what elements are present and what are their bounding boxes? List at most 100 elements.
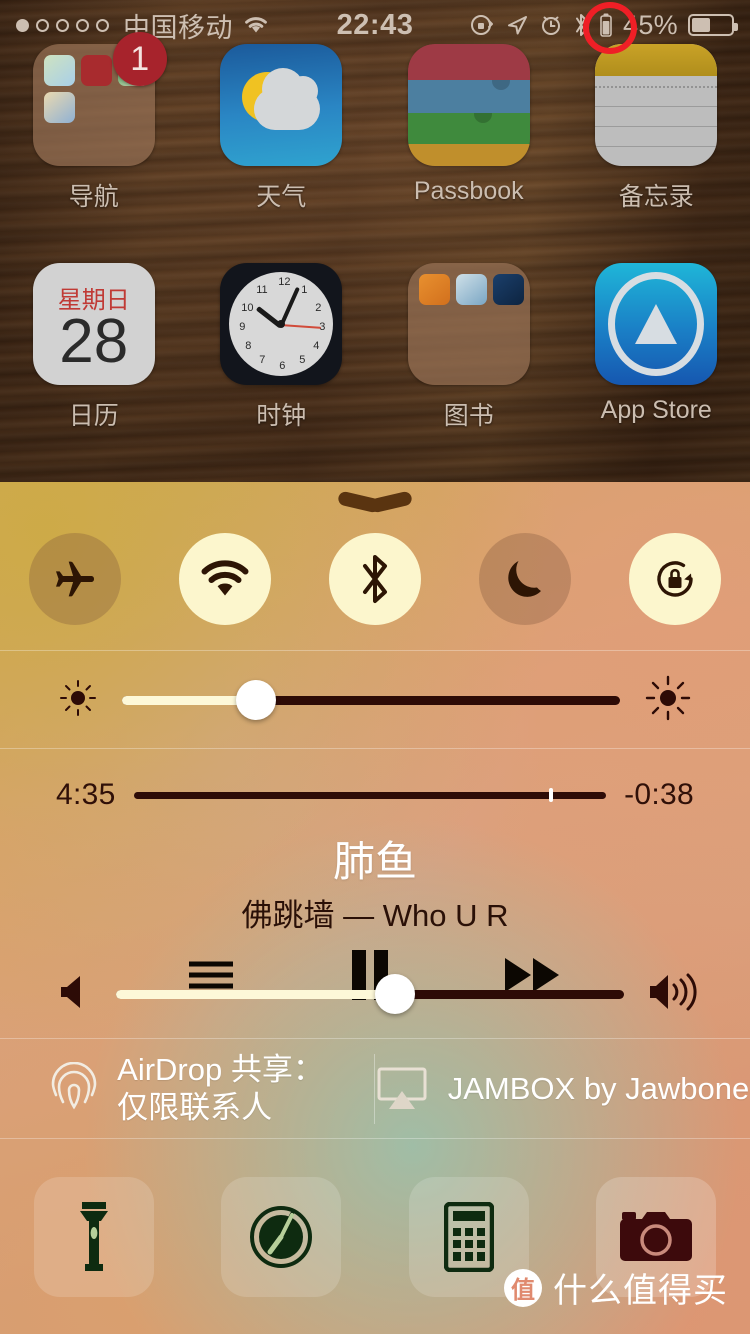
toggle-airplane-mode[interactable] (0, 533, 150, 625)
volume-high-icon (648, 970, 704, 1019)
clock-app-icon[interactable]: 12 1 2 3 4 5 6 7 8 9 10 11 (220, 263, 343, 385)
watermark: 值 什么值得买 (504, 1263, 728, 1312)
watermark-badge: 值 (504, 1268, 542, 1307)
track-title: 肺鱼 (332, 838, 417, 885)
app-cell-clock[interactable]: 12 1 2 3 4 5 6 7 8 9 10 11 时钟 (188, 263, 376, 432)
app-store-ring (608, 272, 705, 376)
battery-fill (692, 18, 710, 32)
app-cell-calendar[interactable]: 星期日 28 日历 (0, 263, 188, 432)
airdrop-label-line1: AirDrop 共享： (117, 1052, 324, 1088)
battery-percent-label: 45% (623, 9, 678, 40)
app-label: App Store (600, 396, 712, 424)
kindle-mini-icon (492, 274, 524, 305)
track-artist-album: 佛跳墙 — Who U R (241, 898, 509, 933)
ibooks-mini-icon (418, 274, 450, 305)
toggle-do-not-disturb[interactable] (450, 533, 600, 625)
iphone-screen: 1 导航 天气 Passbook 备忘录 星期日 28 日历 12 1 2 3 … (0, 0, 750, 1334)
airdrop-button[interactable]: AirDrop 共享： 仅限联系人 (0, 1040, 375, 1138)
app-store-icon[interactable] (595, 263, 718, 385)
shortcut-tile (33, 1176, 154, 1297)
weather-app-icon[interactable] (220, 44, 343, 166)
progress-track (133, 791, 607, 799)
home-row-1: 1 导航 天气 Passbook 备忘录 (0, 32, 750, 213)
toggle-rotation-lock[interactable] (600, 533, 750, 625)
elapsed-time-label: 4:35 (56, 778, 116, 811)
brightness-low-icon (58, 678, 98, 723)
section-divider (0, 1038, 750, 1039)
app-cell-passbook[interactable]: Passbook (375, 44, 563, 213)
app-label: 导航 (68, 183, 119, 211)
app-label: 日历 (68, 402, 119, 430)
flashlight-icon (79, 1201, 108, 1271)
toggle-background-off (479, 533, 571, 625)
calendar-day-number: 28 (59, 306, 129, 376)
toggle-background-off (29, 533, 121, 625)
status-bar-right: 45% (469, 9, 738, 41)
cloud-icon (254, 68, 321, 130)
timer-shortcut[interactable] (188, 1176, 376, 1297)
toggle-background-on (629, 533, 721, 625)
location-arrow-icon (508, 16, 528, 35)
toggle-background-on (179, 533, 271, 625)
moon-icon (508, 561, 541, 597)
app-cell-weather[interactable]: 天气 (188, 44, 376, 213)
watermark-text: 什么值得买 (553, 1272, 728, 1310)
toggle-background-on (329, 533, 421, 625)
share-divider (374, 1054, 375, 1124)
playback-progress-row: 4:35 -0:38 (0, 778, 750, 812)
bluetooth-battery-icon (600, 13, 612, 37)
notification-badge: 1 (112, 32, 167, 86)
control-center-grabber[interactable] (336, 490, 414, 517)
bluetooth-icon (363, 555, 387, 603)
app-cell-notes[interactable]: 备忘录 (563, 44, 750, 213)
share-row: AirDrop 共享： 仅限联系人 JAMBOX by Jawbone (0, 1040, 750, 1138)
volume-slider[interactable] (116, 974, 624, 1014)
app-store-a-glyph (635, 304, 678, 344)
brightness-high-icon (644, 674, 692, 727)
brightness-slider[interactable] (122, 680, 620, 720)
alarm-clock-icon (542, 16, 561, 35)
rotation-lock-icon (471, 15, 494, 35)
airplay-icon (377, 1067, 427, 1109)
section-divider (0, 650, 750, 651)
playback-progress-slider[interactable] (133, 788, 607, 802)
app-label: 图书 (443, 402, 494, 430)
slider-knob[interactable] (236, 680, 277, 720)
toggle-row (0, 533, 750, 625)
toggle-wifi[interactable] (150, 533, 300, 625)
notes-app-icon[interactable] (595, 44, 718, 166)
toggle-bluetooth[interactable] (300, 533, 450, 625)
clock-face: 12 1 2 3 4 5 6 7 8 9 10 11 (229, 272, 334, 376)
app-label: 备忘录 (618, 183, 694, 211)
rotation-lock-icon (657, 561, 693, 597)
passbook-app-icon[interactable] (407, 44, 530, 166)
slider-knob[interactable] (375, 974, 416, 1014)
maps-mini-icon (43, 55, 75, 86)
shortcut-tile (221, 1176, 342, 1297)
airplane-icon (56, 561, 94, 597)
reader-mini-icon (455, 274, 487, 305)
clock-center-pin (277, 320, 286, 328)
brightness-row (0, 652, 750, 748)
flashlight-shortcut[interactable] (0, 1176, 188, 1297)
camera-icon (620, 1211, 693, 1261)
passbook-band-blue (407, 80, 530, 115)
bluetooth-icon (576, 14, 587, 36)
app-cell-navigation[interactable]: 1 导航 (0, 32, 188, 213)
books-folder-icon[interactable] (407, 263, 530, 385)
calendar-app-icon[interactable]: 星期日 28 (32, 263, 155, 385)
app-cell-books[interactable]: 图书 (375, 263, 563, 432)
wifi-icon (201, 560, 249, 596)
airdrop-label: AirDrop 共享： 仅限联系人 (117, 1051, 324, 1127)
app-label: Passbook (413, 177, 524, 205)
calculator-icon (443, 1201, 494, 1272)
progress-knob[interactable] (549, 788, 554, 802)
app-label: 天气 (256, 183, 307, 211)
timer-icon (250, 1205, 313, 1268)
passbook-band-green (407, 113, 530, 146)
remaining-time-label: -0:38 (624, 778, 694, 811)
passbook-band-gold (407, 144, 530, 166)
autonavi-mini-icon (80, 55, 112, 86)
app-cell-app-store[interactable]: App Store (563, 263, 750, 432)
airplay-button[interactable]: JAMBOX by Jawbone (375, 1040, 750, 1138)
